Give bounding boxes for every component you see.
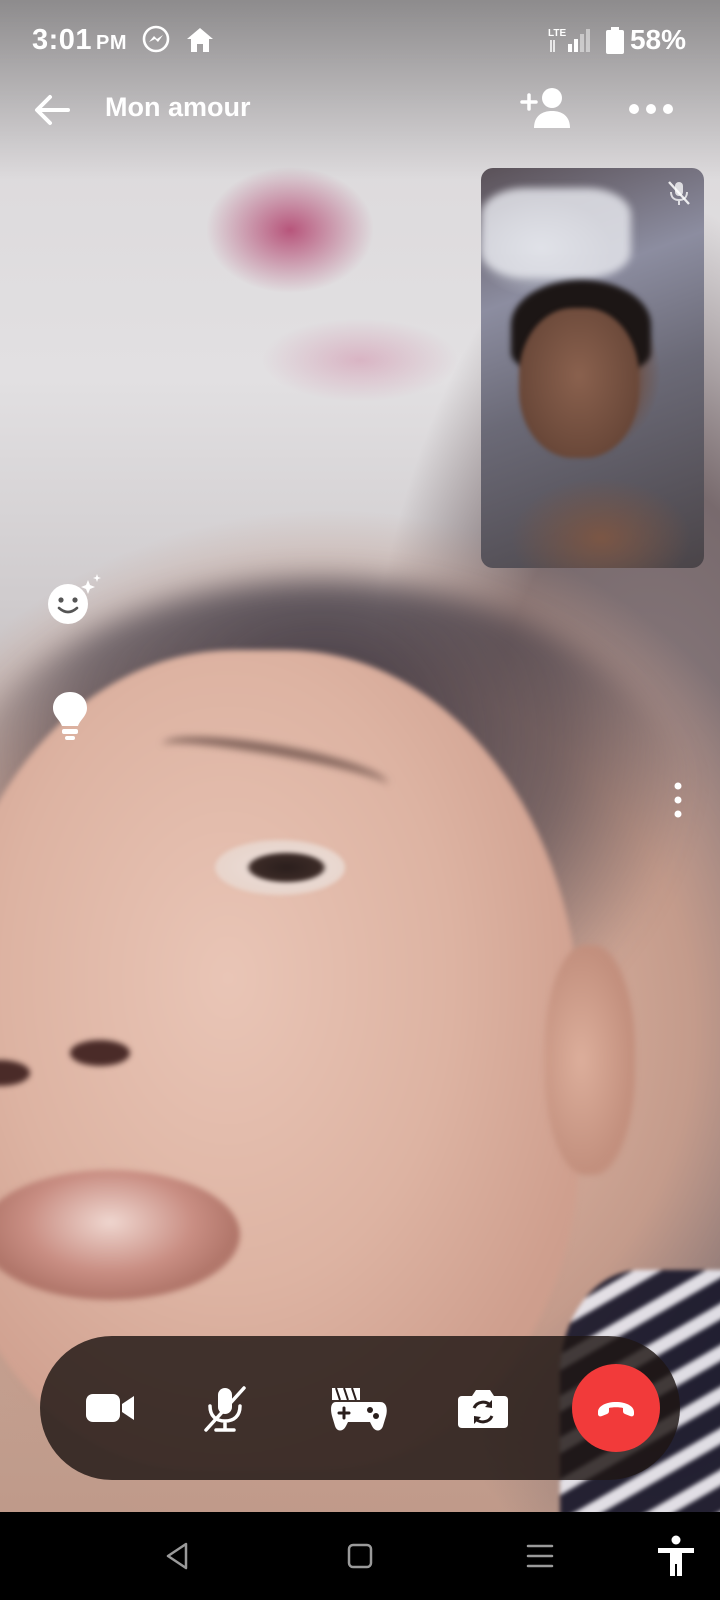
status-time-value: 3:01 xyxy=(32,24,93,56)
self-preview-pillow xyxy=(481,188,631,278)
side-more-options-button[interactable] xyxy=(668,780,688,820)
remote-video-nostril xyxy=(70,1040,130,1066)
system-navigation-bar xyxy=(0,1512,720,1600)
lte-signal-icon: LTE xyxy=(548,28,590,52)
self-preview-face xyxy=(519,308,639,458)
end-call-button[interactable] xyxy=(572,1364,660,1452)
nav-recents-button[interactable] xyxy=(520,1536,560,1576)
status-time-ampm: PM xyxy=(96,32,128,54)
games-button[interactable] xyxy=(326,1378,390,1438)
call-controls-bar xyxy=(40,1336,680,1480)
back-button[interactable] xyxy=(28,86,76,134)
nav-back-button[interactable] xyxy=(158,1536,198,1576)
effects-button[interactable] xyxy=(44,572,104,632)
accessibility-icon[interactable] xyxy=(654,1534,698,1578)
status-time: 3:01 PM xyxy=(32,24,127,57)
contact-name[interactable]: Mon amour xyxy=(105,92,251,123)
home-icon xyxy=(187,28,213,52)
add-person-button[interactable] xyxy=(520,84,572,132)
flip-camera-button[interactable] xyxy=(452,1378,514,1438)
remote-video-ear xyxy=(545,945,635,1175)
mic-off-icon xyxy=(668,181,690,205)
svg-text:LTE: LTE xyxy=(548,28,566,39)
mute-toggle-button[interactable] xyxy=(194,1378,256,1438)
video-toggle-button[interactable] xyxy=(80,1378,142,1438)
battery-percent: 58% xyxy=(629,24,686,55)
end-call-icon xyxy=(598,1402,634,1417)
self-video-preview[interactable] xyxy=(481,168,704,568)
remote-video-eye xyxy=(215,840,345,895)
battery-icon xyxy=(606,27,624,54)
lightbulb-button[interactable] xyxy=(50,690,90,742)
call-header: Mon amour xyxy=(0,64,720,154)
nav-home-button[interactable] xyxy=(340,1536,380,1576)
more-options-button[interactable] xyxy=(628,94,674,124)
messenger-icon xyxy=(142,25,170,53)
